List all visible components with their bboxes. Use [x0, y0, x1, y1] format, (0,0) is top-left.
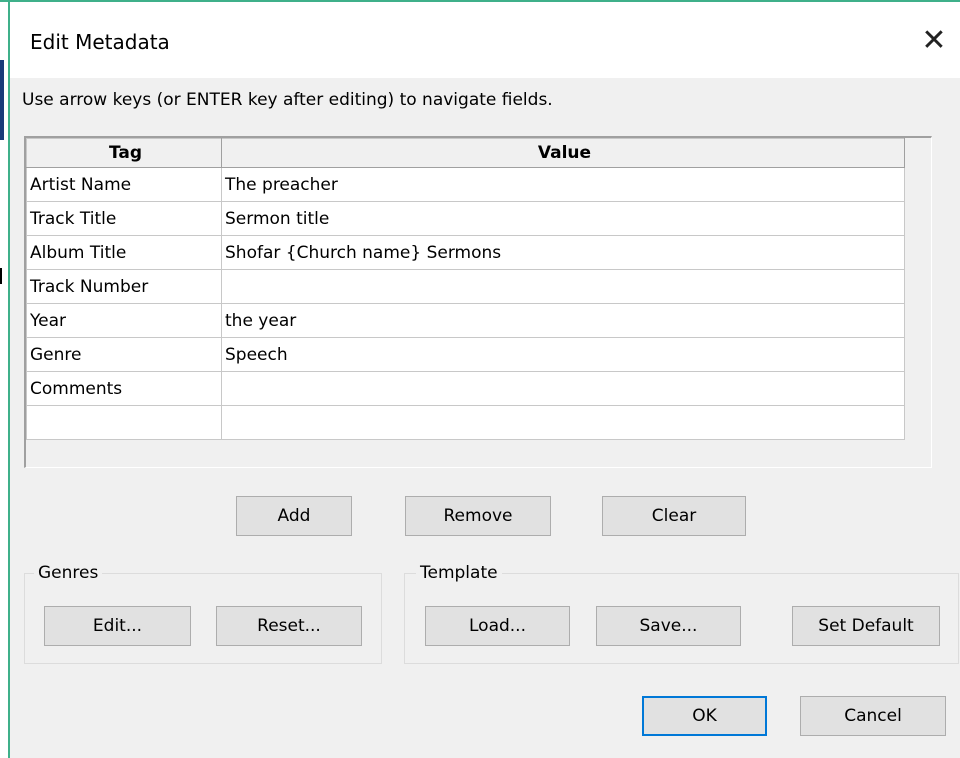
background-window-mark [0, 268, 2, 284]
background-window-mark [0, 60, 4, 140]
value-cell[interactable]: the year [221, 303, 905, 338]
value-cell[interactable]: The preacher [221, 167, 905, 202]
dialog-title: Edit Metadata [30, 30, 170, 54]
metadata-table: Tag Value Artist Name The preacher Track… [26, 138, 905, 440]
tag-cell[interactable]: Track Title [26, 201, 222, 236]
value-cell[interactable] [221, 371, 905, 406]
table-row: Artist Name The preacher [26, 167, 905, 202]
table-row [26, 405, 905, 440]
table-row: Track Title Sermon title [26, 201, 905, 236]
template-save-button[interactable]: Save... [596, 606, 741, 646]
cancel-button[interactable]: Cancel [800, 696, 946, 736]
genres-group-label: Genres [34, 563, 103, 583]
ok-button[interactable]: OK [642, 696, 767, 736]
value-cell[interactable] [221, 269, 905, 304]
value-cell[interactable] [221, 405, 905, 440]
instructions-text: Use arrow keys (or ENTER key after editi… [22, 90, 553, 110]
table-row: Album Title Shofar {Church name} Sermons [26, 235, 905, 270]
table-row: Year the year [26, 303, 905, 338]
grid-header-row: Tag Value [26, 138, 905, 168]
value-cell[interactable]: Speech [221, 337, 905, 372]
title-bar[interactable]: Edit Metadata ✕ [10, 2, 960, 78]
edit-metadata-dialog: Edit Metadata ✕ Use arrow keys (or ENTER… [0, 0, 960, 758]
remove-button[interactable]: Remove [405, 496, 551, 536]
template-set-default-button[interactable]: Set Default [792, 606, 940, 646]
value-cell[interactable]: Sermon title [221, 201, 905, 236]
template-load-button[interactable]: Load... [425, 606, 570, 646]
clear-button[interactable]: Clear [602, 496, 746, 536]
metadata-grid[interactable]: Tag Value Artist Name The preacher Track… [24, 136, 932, 468]
genres-edit-button[interactable]: Edit... [44, 606, 191, 646]
close-icon: ✕ [921, 22, 947, 58]
column-header-tag[interactable]: Tag [26, 138, 222, 168]
window-accent-border [8, 2, 10, 758]
table-row: Genre Speech [26, 337, 905, 372]
tag-cell[interactable]: Track Number [26, 269, 222, 304]
background-window-edge [0, 0, 8, 758]
tag-cell[interactable]: Artist Name [26, 167, 222, 202]
tag-cell[interactable]: Genre [26, 337, 222, 372]
tag-cell[interactable]: Comments [26, 371, 222, 406]
tag-cell[interactable]: Album Title [26, 235, 222, 270]
table-row: Track Number [26, 269, 905, 304]
value-cell[interactable]: Shofar {Church name} Sermons [221, 235, 905, 270]
tag-cell[interactable] [26, 405, 222, 440]
table-row: Comments [26, 371, 905, 406]
add-button[interactable]: Add [236, 496, 352, 536]
genres-reset-button[interactable]: Reset... [216, 606, 362, 646]
template-group-label: Template [416, 563, 502, 583]
tag-cell[interactable]: Year [26, 303, 222, 338]
close-button[interactable]: ✕ [914, 20, 954, 60]
column-header-value[interactable]: Value [221, 138, 905, 168]
